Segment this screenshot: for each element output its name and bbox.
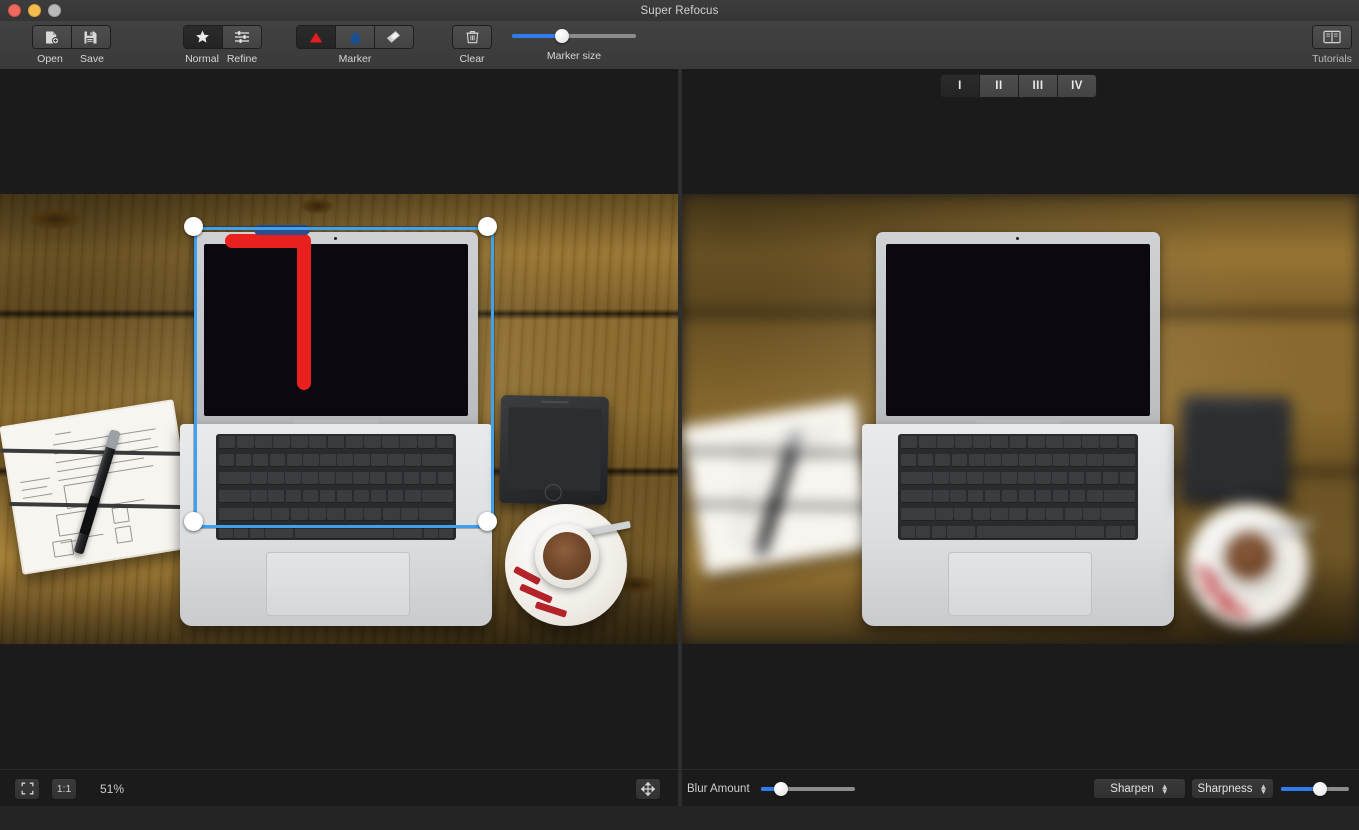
open-image-icon: [45, 31, 59, 44]
preview-status-bar: Blur Amount Sharpen ▲ ▼ Sharpness ▲ ▼: [682, 769, 1359, 807]
blur-amount-label: Blur Amount: [687, 782, 750, 795]
blue-droplet-icon: [350, 30, 360, 45]
clear-button[interactable]: [453, 26, 491, 48]
main-toolbar: Open Save Normal Refine Marker Clear Mar…: [0, 21, 1359, 70]
source-pane[interactable]: [0, 69, 678, 769]
marker-size-group: Marker size: [512, 25, 636, 62]
marker-toolbar-group: Marker: [296, 25, 414, 65]
smartphone: [499, 395, 610, 506]
preview-pane[interactable]: I II III IV: [682, 69, 1359, 769]
marker-size-slider[interactable]: [512, 28, 636, 44]
effect-select[interactable]: Sharpen ▲ ▼: [1093, 778, 1186, 799]
quadrant-segmented-control: I II III IV: [940, 74, 1097, 98]
trackpad: [948, 552, 1092, 616]
window-footer: [0, 806, 1359, 830]
fit-to-window-button[interactable]: [14, 777, 40, 800]
red-triangle-icon: [309, 32, 323, 42]
title-bar: Super Refocus: [0, 0, 1359, 22]
clear-segmented-control: [452, 25, 492, 49]
pan-move-icon: [641, 781, 655, 796]
floppy-disk-save-icon: [84, 31, 97, 43]
eraser-marker-button[interactable]: [375, 26, 413, 48]
refine-mode-button[interactable]: [222, 26, 261, 48]
tutorials-segmented-control: [1312, 25, 1352, 49]
sliders-icon: [234, 31, 249, 43]
normal-mode-button[interactable]: [183, 26, 223, 48]
close-button[interactable]: [8, 4, 21, 17]
tutorials-group: Tutorials: [1312, 25, 1352, 65]
zoom-button[interactable]: [48, 4, 61, 17]
smartphone: [1181, 395, 1292, 506]
normal-label: Normal: [185, 53, 219, 65]
fit-to-window-icon: [21, 782, 33, 795]
preview-photo: [682, 194, 1359, 644]
open-button[interactable]: [32, 26, 72, 48]
slider-knob[interactable]: [774, 781, 789, 796]
save-label: Save: [80, 53, 104, 65]
quadrant-selector: I II III IV: [940, 74, 1097, 98]
open-label: Open: [37, 53, 63, 65]
slider-knob[interactable]: [1313, 781, 1328, 796]
parameter-select[interactable]: Sharpness ▲ ▼: [1191, 778, 1274, 799]
laptop-base: [862, 424, 1174, 626]
mode-toolbar-group: Normal Refine: [182, 25, 262, 65]
tutorials-button[interactable]: [1313, 26, 1351, 48]
zoom-level-label: 51%: [100, 781, 125, 796]
quadrant-button-1[interactable]: I: [941, 75, 980, 97]
clear-label: Clear: [459, 53, 485, 65]
source-canvas[interactable]: [0, 194, 678, 644]
selection-handle-top-left[interactable]: [184, 217, 203, 236]
file-toolbar-group: Open Save: [31, 25, 111, 65]
quadrant-button-3[interactable]: III: [1019, 75, 1058, 97]
blur-marker-button[interactable]: [336, 26, 375, 48]
espresso-cup: [535, 524, 599, 588]
selection-handle-top-right[interactable]: [478, 217, 497, 236]
selection-handle-bottom-right[interactable]: [478, 512, 497, 531]
marker-group-label: Marker: [338, 53, 372, 65]
mode-segmented-control: [182, 25, 262, 49]
actual-size-button[interactable]: 1:1: [51, 777, 77, 800]
laptop: [858, 212, 1178, 632]
quadrant-button-4[interactable]: IV: [1058, 75, 1096, 97]
espresso-crema: [1225, 532, 1273, 580]
eraser-icon: [386, 30, 400, 43]
selection-handle-bottom-left[interactable]: [184, 512, 203, 531]
preview-canvas[interactable]: [682, 194, 1359, 644]
clear-toolbar-group: Clear: [452, 25, 492, 65]
tutorials-label: Tutorials: [1312, 53, 1352, 65]
file-segmented-control: [31, 25, 111, 49]
espresso-cup: [1217, 524, 1281, 588]
minimize-button[interactable]: [28, 4, 41, 17]
marker-size-label: Marker size: [546, 50, 602, 62]
quadrant-button-2[interactable]: II: [980, 75, 1019, 97]
star-icon: [196, 30, 209, 43]
book-icon: [1323, 30, 1341, 44]
window-title: Super Refocus: [640, 4, 719, 17]
chevron-updown-icon: ▲ ▼: [1160, 781, 1169, 796]
app-window: Super Refocus Open Save Normal Refine Ma…: [0, 0, 1359, 830]
espresso-crema: [543, 532, 591, 580]
parameter-slider[interactable]: [1281, 781, 1349, 797]
blur-amount-slider[interactable]: [760, 781, 855, 797]
parameter-select-value: Sharpness: [1197, 782, 1253, 795]
focus-plane-selection[interactable]: [194, 227, 494, 528]
focus-marker-button[interactable]: [297, 26, 336, 48]
keyboard: [898, 434, 1138, 540]
marker-segmented-control: [296, 25, 414, 49]
pan-button[interactable]: [635, 777, 661, 800]
trash-icon: [466, 31, 478, 44]
refine-label: Refine: [226, 53, 258, 65]
effect-select-value: Sharpen: [1110, 782, 1154, 795]
chevron-updown-icon: ▲ ▼: [1259, 781, 1268, 796]
trackpad: [266, 552, 410, 616]
window-controls: [8, 0, 61, 21]
laptop-screen: [886, 244, 1150, 416]
source-status-bar: 1:1 51%: [0, 769, 678, 807]
editor-stage: I II III IV: [0, 69, 1359, 769]
slider-knob[interactable]: [554, 29, 569, 43]
wood-knot: [28, 208, 82, 230]
save-button[interactable]: [71, 26, 110, 48]
